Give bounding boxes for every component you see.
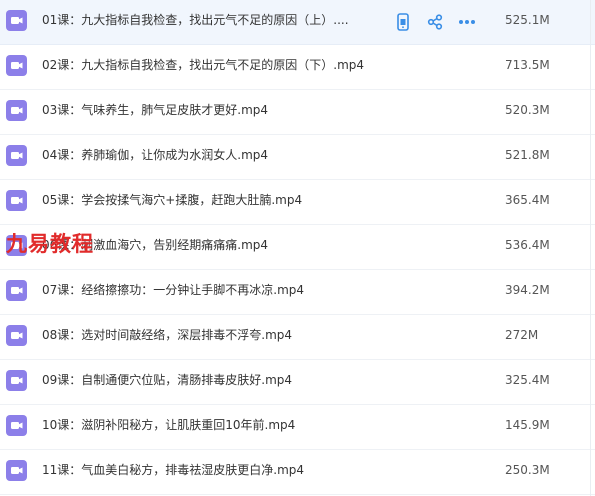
video-file-icon <box>6 370 27 391</box>
video-file-icon <box>6 460 27 481</box>
file-row-05[interactable]: 05课：学会按揉气海穴+揉腹，赶跑大肚腩.mp4 365.4M <box>0 180 595 225</box>
file-size: 525.1M <box>505 13 550 27</box>
video-file-icon <box>6 190 27 211</box>
file-name[interactable]: 11课：气血美白秘方，排毒祛湿皮肤更白净.mp4 <box>42 462 304 478</box>
file-name[interactable]: 10课：滋阴补阳秘方，让肌肤重回10年前.mp4 <box>42 417 295 433</box>
file-name[interactable]: 01课：九大指标自我检查，找出元气不足的原因（上）.... <box>42 12 349 28</box>
file-size: 325.4M <box>505 373 550 387</box>
file-row-07[interactable]: 07课：经络擦擦功：一分钟让手脚不再冰凉.mp4 394.2M <box>0 270 595 315</box>
watermark: 九易教程 <box>6 232 94 256</box>
video-file-icon <box>6 10 27 31</box>
more-icon[interactable] <box>457 12 477 32</box>
video-file-icon <box>6 325 27 346</box>
file-size: 536.4M <box>505 238 550 252</box>
file-size: 250.3M <box>505 463 550 477</box>
video-file-icon <box>6 145 27 166</box>
video-file-icon <box>6 415 27 436</box>
file-row-11[interactable]: 11课：气血美白秘方，排毒祛湿皮肤更白净.mp4 250.3M <box>0 450 595 495</box>
video-file-icon <box>6 55 27 76</box>
file-size: 394.2M <box>505 283 550 297</box>
column-divider <box>590 0 591 496</box>
file-row-04[interactable]: 04课：养肺瑜伽，让你成为水润女人.mp4 521.8M <box>0 135 595 180</box>
file-name[interactable]: 09课：自制通便穴位贴，清肠排毒皮肤好.mp4 <box>42 372 292 388</box>
file-row-09[interactable]: 09课：自制通便穴位贴，清肠排毒皮肤好.mp4 325.4M <box>0 360 595 405</box>
file-size: 145.9M <box>505 418 550 432</box>
file-row-10[interactable]: 10课：滋阴补阳秘方，让肌肤重回10年前.mp4 145.9M <box>0 405 595 450</box>
file-row-02[interactable]: 02课：九大指标自我检查，找出元气不足的原因（下）.mp4 713.5M <box>0 45 595 90</box>
file-name[interactable]: 08课：选对时间敲经络，深层排毒不浮夸.mp4 <box>42 327 292 343</box>
file-name[interactable]: 04课：养肺瑜伽，让你成为水润女人.mp4 <box>42 147 268 163</box>
file-name[interactable]: 07课：经络擦擦功：一分钟让手脚不再冰凉.mp4 <box>42 282 304 298</box>
file-row-08[interactable]: 08课：选对时间敲经络，深层排毒不浮夸.mp4 272M <box>0 315 595 360</box>
file-name[interactable]: 03课：气味养生，肺气足皮肤才更好.mp4 <box>42 102 268 118</box>
file-row-03[interactable]: 03课：气味养生，肺气足皮肤才更好.mp4 520.3M <box>0 90 595 135</box>
video-file-icon <box>6 100 27 121</box>
file-name[interactable]: 05课：学会按揉气海穴+揉腹，赶跑大肚腩.mp4 <box>42 192 302 208</box>
video-file-icon <box>6 280 27 301</box>
file-size: 272M <box>505 328 539 342</box>
file-row-01[interactable]: 01课：九大指标自我检查，找出元气不足的原因（上）.... 525.1M <box>0 0 595 45</box>
phone-icon[interactable] <box>393 12 413 32</box>
file-size: 365.4M <box>505 193 550 207</box>
file-size: 713.5M <box>505 58 550 72</box>
file-size: 520.3M <box>505 103 550 117</box>
share-icon[interactable] <box>425 12 445 32</box>
file-name[interactable]: 02课：九大指标自我检查，找出元气不足的原因（下）.mp4 <box>42 57 364 73</box>
file-size: 521.8M <box>505 148 550 162</box>
